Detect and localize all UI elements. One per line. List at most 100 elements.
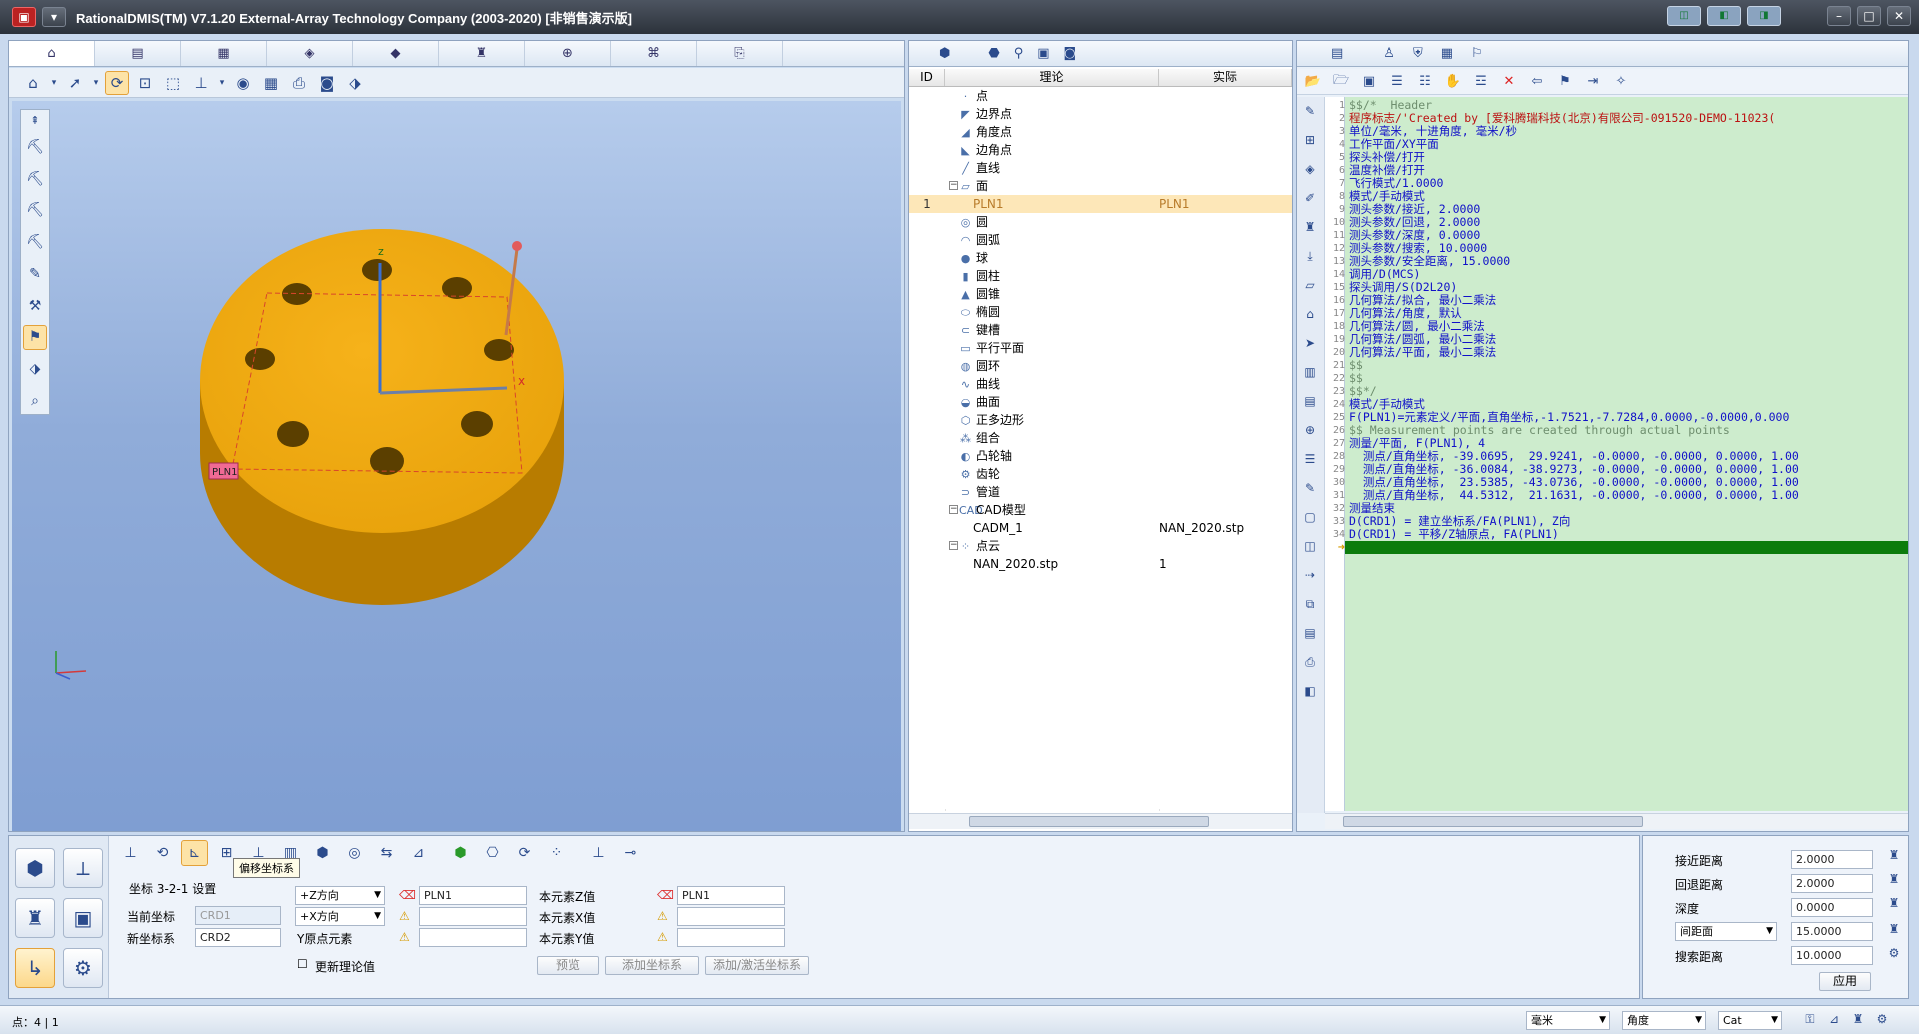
code-line[interactable]: 几何算法/平面, 最小二乘法	[1349, 346, 1496, 359]
add-activate-crd-button[interactable]: 添加/激活坐标系	[705, 956, 809, 975]
dropdown-icon[interactable]: ▾	[91, 71, 101, 95]
tree-row[interactable]: ◒ 曲面	[909, 393, 1292, 411]
probe-icon[interactable]: ♜	[1885, 920, 1903, 938]
tree-row[interactable]: ╱ 直线	[909, 159, 1292, 177]
home-icon[interactable]: ⌂	[21, 71, 45, 95]
direction-1-select[interactable]: +Z方向 ▼	[295, 886, 385, 905]
edit-probe-icon[interactable]: ✎	[23, 261, 47, 287]
current-line-highlight[interactable]	[1345, 541, 1908, 554]
angle-select[interactable]: 角度 ▼	[1622, 1011, 1706, 1030]
eye-icon[interactable]: ◉	[231, 71, 255, 95]
probe-icon[interactable]: ♜	[1885, 870, 1903, 888]
code-hscrollbar[interactable]	[1325, 813, 1908, 829]
lock-icon[interactable]: ⚿	[1800, 1009, 1820, 1029]
col-actual[interactable]: 实际	[1159, 69, 1292, 86]
edit-icon[interactable]: ✐	[1299, 187, 1321, 209]
measure-mode-button[interactable]: ⟂	[63, 848, 103, 888]
preview-button[interactable]: 预览	[537, 956, 599, 975]
flag-icon[interactable]: ⚐	[1471, 46, 1483, 61]
machine-mode-button[interactable]: ⚙	[63, 948, 103, 988]
print-icon[interactable]: ⎙	[1299, 651, 1321, 673]
gear-icon[interactable]: ⚙	[1872, 1009, 1892, 1029]
3d-viewport[interactable]: z x PLN1 ⇞ ⛏ ⛏ ⛏ ⛏ ✎ ⚒ ⚑ ⬗ ⌕	[12, 101, 901, 831]
tree-row[interactable]: ◎ 圆	[909, 213, 1292, 231]
probe-align-icon[interactable]: ⊸	[617, 840, 644, 866]
target-icon[interactable]: ◎	[341, 840, 368, 866]
home-icon[interactable]: ⌂	[1299, 303, 1321, 325]
zoom-fit-icon[interactable]: ⊡	[133, 71, 157, 95]
321-icon[interactable]: ⊿	[405, 840, 432, 866]
retract-field[interactable]: 2.0000	[1791, 874, 1873, 893]
delete-icon[interactable]: ✕	[1497, 71, 1521, 93]
note-icon[interactable]: ✎	[1299, 477, 1321, 499]
open-folder-icon[interactable]: 📂	[1301, 71, 1325, 93]
coordinate-mode-button[interactable]: ↳	[15, 948, 55, 988]
axis-icon[interactable]: ⊥	[189, 71, 213, 95]
doc-icon[interactable]: ▢	[1299, 506, 1321, 528]
tab-probe[interactable]: ⌂	[9, 41, 95, 66]
col-nominal[interactable]: 理论	[945, 69, 1159, 86]
probe-search-icon[interactable]: ⌕	[23, 388, 47, 414]
list-delete-icon[interactable]: ☲	[1469, 71, 1493, 93]
cube-icon[interactable]: ⬢	[309, 840, 336, 866]
tree-row[interactable]: ● 球	[909, 249, 1292, 267]
monitor-icon[interactable]: ▣	[1037, 46, 1049, 61]
probe-view-icon[interactable]: ⬗	[343, 71, 367, 95]
element3-field[interactable]	[419, 928, 527, 947]
coord-system-select[interactable]: Cat ▼	[1718, 1011, 1782, 1030]
tree-hscrollbar[interactable]	[909, 813, 1292, 829]
tree-row[interactable]: 1 PLN1 PLN1	[909, 195, 1292, 213]
unit-select[interactable]: 毫米 ▼	[1526, 1011, 1610, 1030]
hand-icon[interactable]: ✋	[1441, 71, 1465, 93]
tree-row[interactable]: ⬭ 椭圆	[909, 303, 1292, 321]
cylinder-icon[interactable]: ◙	[315, 71, 339, 95]
tree-row[interactable]: ◤ 边界点	[909, 105, 1292, 123]
add-icon[interactable]: ⊕	[1299, 419, 1321, 441]
save-icon[interactable]: ▣	[1357, 71, 1381, 93]
apply-button[interactable]: 应用	[1819, 972, 1871, 991]
code-line[interactable]: 测点/直角坐标, 44.5312, 21.1631, -0.0000, -0.0…	[1349, 489, 1799, 502]
close-button[interactable]: ✕	[1887, 6, 1911, 26]
probe-icon[interactable]: ♜	[1299, 216, 1321, 238]
tree-row[interactable]: ▲ 圆锥	[909, 285, 1292, 303]
cube-mode-button[interactable]: ⬢	[15, 848, 55, 888]
import-icon[interactable]: ⇦	[1525, 71, 1549, 93]
solid-icon[interactable]: ⬣	[988, 46, 999, 61]
tree-row[interactable]: ⚙ 齿轮	[909, 465, 1292, 483]
layout-icon-2[interactable]: ◧	[1707, 6, 1741, 26]
probe-icon[interactable]: ♜	[1885, 846, 1903, 864]
mirror-icon[interactable]: ◧	[1299, 680, 1321, 702]
axis-icon[interactable]: ⊥	[117, 840, 144, 866]
rotate-axis-icon[interactable]: ⟲	[149, 840, 176, 866]
green-cube-icon[interactable]: ⬢	[447, 840, 474, 866]
tree-row[interactable]: ⊃ 管道	[909, 483, 1292, 501]
color-icon[interactable]: ▦	[259, 71, 283, 95]
tree-row[interactable]: ⬡ 正多边形	[909, 411, 1292, 429]
clearance-select[interactable]: 间距面 ▼	[1675, 922, 1777, 941]
cube-icon[interactable]: ⬢	[939, 46, 950, 61]
z-value-field[interactable]: PLN1	[677, 886, 785, 905]
user-icon[interactable]: ♙	[1383, 46, 1395, 61]
dropdown-icon[interactable]: ▾	[217, 71, 227, 95]
ruler-icon[interactable]: ⊿	[1824, 1009, 1844, 1029]
rotate-icon[interactable]: ⟳	[105, 70, 129, 95]
probe-mode-button[interactable]: ♜	[15, 898, 55, 938]
program-tab-icon[interactable]: ▤	[1331, 46, 1343, 61]
copy-icon[interactable]: ⧉	[1299, 593, 1321, 615]
step-icon[interactable]: ⇥	[1581, 71, 1605, 93]
tree-row[interactable]: ◠ 圆弧	[909, 231, 1292, 249]
tree-row[interactable]: ◢ 角度点	[909, 123, 1292, 141]
tree-row[interactable]: ◍ 圆环	[909, 357, 1292, 375]
window-icon[interactable]: ◫	[1299, 535, 1321, 557]
tab-fixture[interactable]: ♜	[439, 41, 525, 66]
dmis-code-editor[interactable]: 1 2 3 4 5 6 7 8 9 10 11 12 13 14 15 16 17 18 19 20 21 22 23 24 2…	[1325, 97, 1908, 811]
3d-scene[interactable]: z x PLN1	[12, 101, 901, 831]
panel-icon[interactable]: ▤	[1299, 390, 1321, 412]
layout-icon-1[interactable]: ◫	[1667, 6, 1701, 26]
tree-row[interactable]: CADM_1 NAN_2020.stp	[909, 519, 1292, 537]
open-file-icon[interactable]: 🗁	[1329, 71, 1353, 93]
list-icon[interactable]: ▦	[1441, 46, 1453, 61]
camera-icon[interactable]: ⎙	[287, 71, 311, 95]
col-id[interactable]: ID	[909, 69, 945, 86]
reload-icon[interactable]: ⟳	[511, 840, 538, 866]
